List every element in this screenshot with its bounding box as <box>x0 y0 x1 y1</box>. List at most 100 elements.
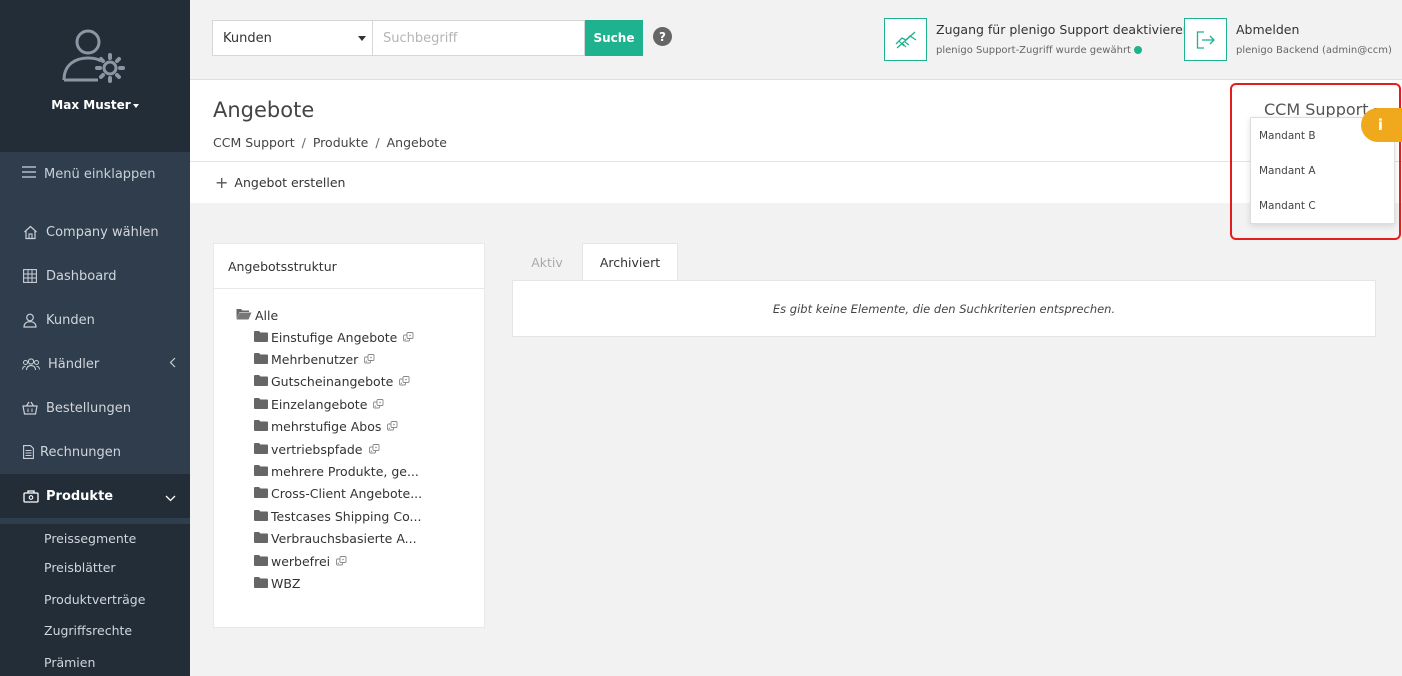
empty-state-message: Es gibt keine Elemente, die den Suchkrit… <box>512 280 1376 337</box>
menu-icon <box>22 166 38 182</box>
tree-node-label: vertriebspfade <box>271 441 363 457</box>
tree-node[interactable]: Gutscheinangebote <box>214 371 484 393</box>
sidebar-subitem-produktvertraege[interactable]: Produktverträge <box>0 584 190 616</box>
panel-title: Angebotsstruktur <box>214 244 484 289</box>
breadcrumb-item: Angebote <box>386 135 447 150</box>
sidebar-subitem-praemien[interactable]: Prämien <box>0 647 190 676</box>
tree-node[interactable]: mehrstufige Abos <box>214 416 484 438</box>
topbar: Kunden Suche ? Zugang für plenigo Suppor… <box>190 0 1402 80</box>
sidebar-item-rechnungen[interactable]: Rechnungen <box>0 430 190 474</box>
sidebar-item-label: Kunden <box>46 312 95 328</box>
folder-icon <box>254 330 268 345</box>
status-dot <box>1133 46 1142 54</box>
folder-icon <box>254 464 268 479</box>
sidebar-item-haendler[interactable]: Händler <box>0 342 190 386</box>
tree-node[interactable]: werbefrei <box>214 550 484 572</box>
dice-icon <box>403 330 414 345</box>
breadcrumb-item[interactable]: Produkte <box>313 135 369 150</box>
info-badge-button[interactable]: i <box>1361 108 1402 142</box>
logout-subtitle: plenigo Backend (admin@ccm) <box>1236 45 1392 56</box>
products-icon <box>22 488 39 504</box>
tree-node[interactable]: Testcases Shipping Co... <box>214 505 484 527</box>
support-access-toggle[interactable]: Zugang für plenigo Support deaktivieren … <box>884 18 1191 61</box>
tree-node[interactable]: mehrere Produkte, ge... <box>214 460 484 482</box>
sidebar-item-label: Dashboard <box>46 268 117 284</box>
sidebar-submenu-produkte: Preissegmente Preisblätter Produktverträ… <box>0 524 190 676</box>
sidebar-subitem-preisblaetter[interactable]: Preisblätter <box>0 552 190 584</box>
tab-bar: Aktiv Archiviert <box>512 243 678 281</box>
tree-node-label: mehrstufige Abos <box>271 419 382 435</box>
tree-node-label: Einzelangebote <box>271 396 368 412</box>
dice-icon <box>399 374 410 389</box>
search-category-select[interactable]: Kunden <box>212 20 372 56</box>
action-row: + Angebot erstellen <box>190 162 1402 203</box>
breadcrumb-item[interactable]: CCM Support <box>213 135 295 150</box>
tree-node[interactable]: Mehrbenutzer <box>214 348 484 370</box>
menu-collapse-button[interactable]: Menü einklappen <box>0 152 190 196</box>
tree-node[interactable]: vertriebspfade <box>214 438 484 460</box>
logout-title: Abmelden <box>1236 22 1300 37</box>
sidebar-item-produkte[interactable]: Produkte <box>0 474 190 518</box>
offer-tree: Alle Einstufige Angebote Mehrbenutzer Guts… <box>214 289 484 595</box>
tree-node[interactable]: Einzelangebote <box>214 393 484 415</box>
handshake-icon[interactable] <box>884 18 927 61</box>
menu-collapse-label: Menü einklappen <box>44 166 156 182</box>
create-offer-button[interactable]: + Angebot erstellen <box>215 173 345 192</box>
grid-icon <box>22 268 38 284</box>
dice-icon <box>387 419 398 434</box>
sidebar-item-company[interactable]: Company wählen <box>0 210 190 254</box>
dice-icon <box>364 352 375 367</box>
document-icon <box>22 444 34 460</box>
chevron-left-icon <box>169 357 176 372</box>
folder-icon <box>254 419 268 434</box>
tree-node[interactable]: WBZ <box>214 572 484 594</box>
sidebar-subitem-zugriffsrechte[interactable]: Zugriffsrechte <box>0 615 190 647</box>
sidebar-user-area: Max Muster <box>0 0 190 152</box>
sidebar-item-label: Händler <box>48 356 100 372</box>
offer-structure-panel: Angebotsstruktur Alle Einstufige Angebot… <box>213 243 485 628</box>
page-header: Angebote CCM Support / Produkte / Angebote <box>190 80 1402 162</box>
sidebar-item-dashboard[interactable]: Dashboard <box>0 254 190 298</box>
help-icon[interactable]: ? <box>653 27 672 46</box>
tab-archiviert[interactable]: Archiviert <box>582 243 678 281</box>
tree-node[interactable]: Einstufige Angebote <box>214 326 484 348</box>
folder-open-icon <box>236 308 252 323</box>
sidebar-item-kunden[interactable]: Kunden <box>0 298 190 342</box>
plus-icon: + <box>215 173 229 192</box>
highlight-frame <box>1230 83 1401 240</box>
folder-icon <box>254 576 268 591</box>
support-access-status: plenigo Support-Zugriff wurde gewährt <box>936 45 1191 56</box>
sidebar-item-bestellungen[interactable]: Bestellungen <box>0 386 190 430</box>
folder-icon <box>254 486 268 501</box>
tree-node-label: Verbrauchsbasierte A... <box>271 531 417 547</box>
search-category-value: Kunden <box>223 30 272 46</box>
caret-down-icon <box>358 36 366 41</box>
user-icon <box>22 312 38 328</box>
home-icon <box>22 224 38 240</box>
users-icon <box>22 356 40 372</box>
create-offer-label: Angebot erstellen <box>234 175 346 190</box>
logout-action[interactable]: Abmelden plenigo Backend (admin@ccm) <box>1184 18 1392 61</box>
sidebar-item-label: Rechnungen <box>40 444 122 460</box>
tree-node-label: WBZ <box>271 575 301 591</box>
logout-icon[interactable] <box>1184 18 1227 61</box>
folder-icon <box>254 531 268 546</box>
sidebar-subitem-preissegmente[interactable]: Preissegmente <box>0 524 190 552</box>
sidebar-item-label: Produkte <box>46 488 114 504</box>
search-input[interactable] <box>372 20 585 56</box>
tab-aktiv[interactable]: Aktiv <box>512 243 582 281</box>
tree-root-label: Alle <box>255 307 279 323</box>
tree-root[interactable]: Alle <box>214 304 484 326</box>
user-menu[interactable]: Max Muster <box>51 98 139 112</box>
sidebar-item-label: Bestellungen <box>46 400 131 416</box>
tree-node[interactable]: Verbrauchsbasierte A... <box>214 528 484 550</box>
tree-node-label: mehrere Produkte, ge... <box>271 464 419 480</box>
search-button[interactable]: Suche <box>585 20 643 56</box>
tree-node-label: Cross-Client Angebote... <box>271 486 423 502</box>
tree-node[interactable]: Cross-Client Angebote... <box>214 483 484 505</box>
chevron-down-icon <box>165 491 176 506</box>
folder-icon <box>254 509 268 524</box>
tree-node-label: Gutscheinangebote <box>271 374 394 390</box>
breadcrumb: CCM Support / Produkte / Angebote <box>213 135 447 150</box>
folder-icon <box>254 352 268 367</box>
